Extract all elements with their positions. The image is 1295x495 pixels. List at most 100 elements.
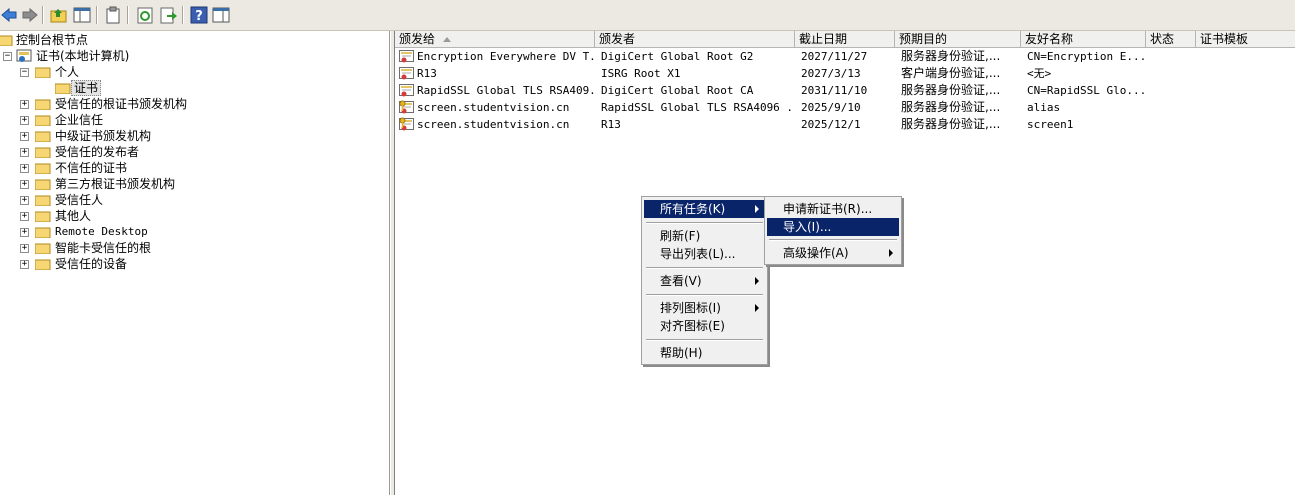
cell-friendly-name: <无>: [1027, 67, 1052, 80]
expand-icon[interactable]: +: [20, 244, 29, 253]
tree-label: Remote Desktop: [55, 225, 148, 238]
cell-expiration-date: 2025/9/10: [801, 101, 861, 114]
tree-label: 第三方根证书颁发机构: [55, 177, 176, 191]
folder-icon: [35, 259, 51, 270]
submenu-arrow-icon: [755, 205, 759, 213]
expand-icon[interactable]: +: [20, 100, 29, 109]
expand-icon[interactable]: +: [20, 116, 29, 125]
refresh-icon[interactable]: [135, 5, 155, 25]
tree-label: 智能卡受信任的根: [55, 241, 152, 255]
table-row[interactable]: screen.studentvision.cn R13 2025/12/1 服务器身份…: [395, 116, 1295, 133]
menu-item-request-new-certificate[interactable]: 申请新证书(R)...: [767, 200, 899, 218]
column-header-purposes[interactable]: 预期目的: [895, 31, 1021, 48]
tree-label: 个人: [55, 65, 80, 79]
tree-item-console-root[interactable]: 控制台根节点: [0, 32, 380, 48]
forward-arrow-icon[interactable]: [19, 5, 39, 25]
menu-item-import[interactable]: 导入(I)...: [767, 218, 899, 236]
export-list-icon[interactable]: [158, 5, 178, 25]
cell-issued-by: DigiCert Global Root CA: [601, 84, 754, 97]
folder-icon: [35, 131, 51, 142]
tree-item-store[interactable]: + 不信任的证书: [0, 160, 380, 176]
action-pane-icon[interactable]: [211, 5, 231, 25]
cell-issued-to: screen.studentvision.cn: [417, 101, 570, 114]
menu-separator: [646, 339, 763, 341]
tree-item-store[interactable]: + Remote Desktop: [0, 224, 380, 240]
expand-icon[interactable]: +: [20, 164, 29, 173]
menu-separator: [769, 239, 897, 241]
show-hide-tree-icon[interactable]: [72, 5, 92, 25]
menu-item-refresh[interactable]: 刷新(F): [644, 227, 765, 245]
toolbar-separator: [182, 6, 184, 24]
collapse-icon[interactable]: −: [20, 68, 29, 77]
tree-item-certificates[interactable]: 证书: [0, 80, 380, 96]
tree-item-store[interactable]: + 中级证书颁发机构: [0, 128, 380, 144]
menu-item-all-tasks[interactable]: 所有任务(K): [644, 200, 765, 218]
svg-text:?: ?: [195, 9, 203, 24]
expand-icon[interactable]: +: [20, 148, 29, 157]
clipboard-icon[interactable]: [103, 5, 123, 25]
table-row[interactable]: R13 ISRG Root X1 2027/3/13 客户端身份验证,... <无>: [395, 65, 1295, 82]
folder-icon: [35, 179, 51, 190]
tree-item-store[interactable]: + 受信任的设备: [0, 256, 380, 272]
context-menu: 所有任务(K) 刷新(F) 导出列表(L)... 查看(V) 排列图标(I) 对…: [641, 196, 768, 365]
column-header-bar: 颁发给 颁发者 截止日期 预期目的 友好名称 状态 证书模板: [395, 31, 1295, 48]
submenu-arrow-icon: [889, 249, 893, 257]
menu-item-line-up-icons[interactable]: 对齐图标(E): [644, 317, 765, 335]
tree-item-cert-store[interactable]: − 证书(本地计算机): [0, 48, 380, 64]
up-folder-icon[interactable]: [49, 5, 69, 25]
tree-item-store[interactable]: + 受信任的根证书颁发机构: [0, 96, 380, 112]
column-header-expiration[interactable]: 截止日期: [795, 31, 895, 48]
folder-icon: [35, 195, 51, 206]
cell-issued-to: screen.studentvision.cn: [417, 118, 570, 131]
back-arrow-icon[interactable]: [0, 5, 20, 25]
cell-issued-to: RapidSSL Global TLS RSA409...: [417, 84, 595, 97]
expand-icon[interactable]: +: [20, 212, 29, 221]
cell-friendly-name: screen1: [1027, 118, 1074, 131]
expand-icon[interactable]: +: [20, 132, 29, 141]
tree-label: 企业信任: [55, 113, 104, 127]
column-header-issued-to[interactable]: 颁发给: [395, 31, 595, 48]
console-tree: 控制台根节点 − 证书(本地计算机) − 个人 证书 + 受信任的根证书颁发机构…: [0, 31, 390, 495]
tree-item-store[interactable]: + 第三方根证书颁发机构: [0, 176, 380, 192]
column-header-template[interactable]: 证书模板: [1196, 31, 1295, 48]
tree-item-store[interactable]: + 智能卡受信任的根: [0, 240, 380, 256]
folder-icon: [55, 83, 71, 94]
menu-item-view[interactable]: 查看(V): [644, 272, 765, 290]
column-header-friendly-name[interactable]: 友好名称: [1021, 31, 1146, 48]
tree-label: 不信任的证书: [55, 161, 128, 175]
all-tasks-submenu: 申请新证书(R)... 导入(I)... 高级操作(A): [764, 196, 902, 265]
expand-icon[interactable]: +: [20, 228, 29, 237]
tree-item-store[interactable]: + 企业信任: [0, 112, 380, 128]
table-row[interactable]: screen.studentvision.cn RapidSSL Global T…: [395, 99, 1295, 116]
column-header-issued-by[interactable]: 颁发者: [595, 31, 795, 48]
expand-icon[interactable]: +: [20, 196, 29, 205]
tree-item-personal[interactable]: − 个人: [0, 64, 380, 80]
table-row[interactable]: RapidSSL Global TLS RSA409... DigiCert Gl…: [395, 82, 1295, 99]
menu-item-arrange-icons[interactable]: 排列图标(I): [644, 299, 765, 317]
help-icon[interactable]: ?: [189, 5, 209, 25]
cell-expiration-date: 2025/12/1: [801, 118, 861, 131]
menu-separator: [646, 294, 763, 296]
menu-item-help[interactable]: 帮助(H): [644, 344, 765, 362]
tree-item-store[interactable]: + 受信任的发布者: [0, 144, 380, 160]
cell-friendly-name: CN=RapidSSL Glo...: [1027, 84, 1146, 97]
tree-item-store[interactable]: + 其他人: [0, 208, 380, 224]
folder-icon: [35, 99, 51, 110]
menu-item-export-list[interactable]: 导出列表(L)...: [644, 245, 765, 263]
tree-item-store[interactable]: + 受信任人: [0, 192, 380, 208]
folder-icon: [35, 115, 51, 126]
cell-expiration-date: 2031/11/10: [801, 84, 868, 97]
collapse-icon[interactable]: −: [3, 52, 12, 61]
menu-item-advanced-operations[interactable]: 高级操作(A): [767, 244, 899, 262]
cell-intended-purposes: 服务器身份验证,...: [901, 49, 1001, 63]
cell-issued-by: RapidSSL Global TLS RSA4096 ...: [601, 101, 795, 114]
table-row[interactable]: Encryption Everywhere DV T... DigiCert Gl…: [395, 48, 1295, 65]
toolbar: ?: [0, 0, 1295, 31]
expand-icon[interactable]: +: [20, 260, 29, 269]
cell-issued-to: Encryption Everywhere DV T...: [417, 50, 595, 63]
folder-icon: [35, 163, 51, 174]
cell-intended-purposes: 服务器身份验证,...: [901, 100, 1001, 114]
tree-label: 受信任的设备: [55, 257, 128, 271]
expand-icon[interactable]: +: [20, 180, 29, 189]
column-header-status[interactable]: 状态: [1146, 31, 1196, 48]
